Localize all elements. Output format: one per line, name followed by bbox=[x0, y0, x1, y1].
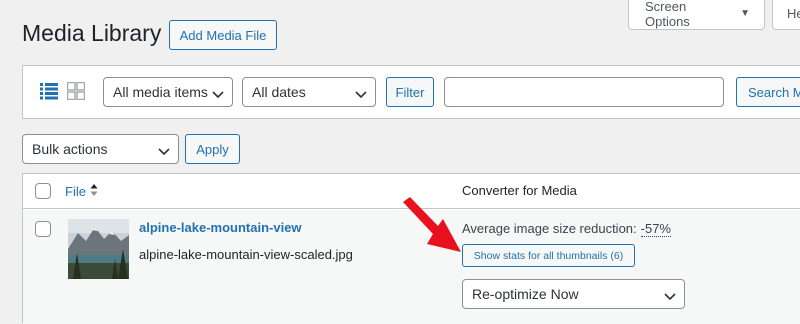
date-select[interactable]: All dates bbox=[242, 77, 376, 107]
bulk-actions-value: Bulk actions bbox=[32, 141, 108, 157]
grid-view-icon[interactable] bbox=[66, 81, 86, 105]
reoptimize-select[interactable]: Re-optimize Now bbox=[462, 279, 685, 309]
chevron-down-icon bbox=[158, 144, 170, 160]
media-type-value: All media items bbox=[113, 84, 208, 100]
average-reduction: Average image size reduction: -57% bbox=[462, 221, 671, 237]
bulk-actions-select[interactable]: Bulk actions bbox=[22, 134, 179, 164]
sort-icon[interactable] bbox=[90, 183, 98, 200]
converter-column-header: Converter for Media bbox=[462, 183, 577, 198]
chevron-down-icon bbox=[355, 87, 367, 103]
page-title: Media Library bbox=[22, 20, 162, 46]
chevron-down-icon bbox=[664, 289, 676, 305]
show-stats-button[interactable]: Show stats for all thumbnails (6) bbox=[462, 244, 635, 267]
file-title-link[interactable]: alpine-lake-mountain-view bbox=[139, 220, 302, 235]
reoptimize-value: Re-optimize Now bbox=[472, 286, 579, 302]
file-name: alpine-lake-mountain-view-scaled.jpg bbox=[139, 247, 353, 262]
search-input[interactable] bbox=[444, 77, 724, 107]
help-tab[interactable]: He bbox=[772, 0, 800, 30]
list-view-icon[interactable] bbox=[40, 82, 58, 105]
caret-down-icon: ▼ bbox=[740, 8, 750, 19]
file-column-header[interactable]: File bbox=[65, 183, 98, 200]
screen-options-label: Screen Options bbox=[645, 0, 690, 29]
media-thumbnail[interactable] bbox=[68, 219, 129, 279]
media-type-select[interactable]: All media items bbox=[103, 77, 233, 107]
red-arrow-annotation bbox=[400, 196, 464, 263]
row-checkbox[interactable] bbox=[35, 221, 51, 237]
file-column-label: File bbox=[65, 184, 86, 199]
date-value: All dates bbox=[252, 84, 306, 100]
select-all-checkbox[interactable] bbox=[35, 183, 51, 199]
apply-button[interactable]: Apply bbox=[185, 134, 240, 164]
screen-options-tab[interactable]: Screen Options ▼ bbox=[628, 0, 765, 30]
average-reduction-value: -57% bbox=[640, 221, 671, 237]
average-reduction-label: Average image size reduction: bbox=[462, 221, 637, 236]
media-filter-bar: All media items All dates Filter Search … bbox=[22, 65, 800, 119]
chevron-down-icon bbox=[212, 87, 224, 103]
search-media-button[interactable]: Search M bbox=[736, 77, 800, 107]
filter-button[interactable]: Filter bbox=[386, 77, 434, 107]
help-label: He bbox=[787, 6, 800, 21]
add-media-file-button[interactable]: Add Media File bbox=[169, 20, 277, 50]
